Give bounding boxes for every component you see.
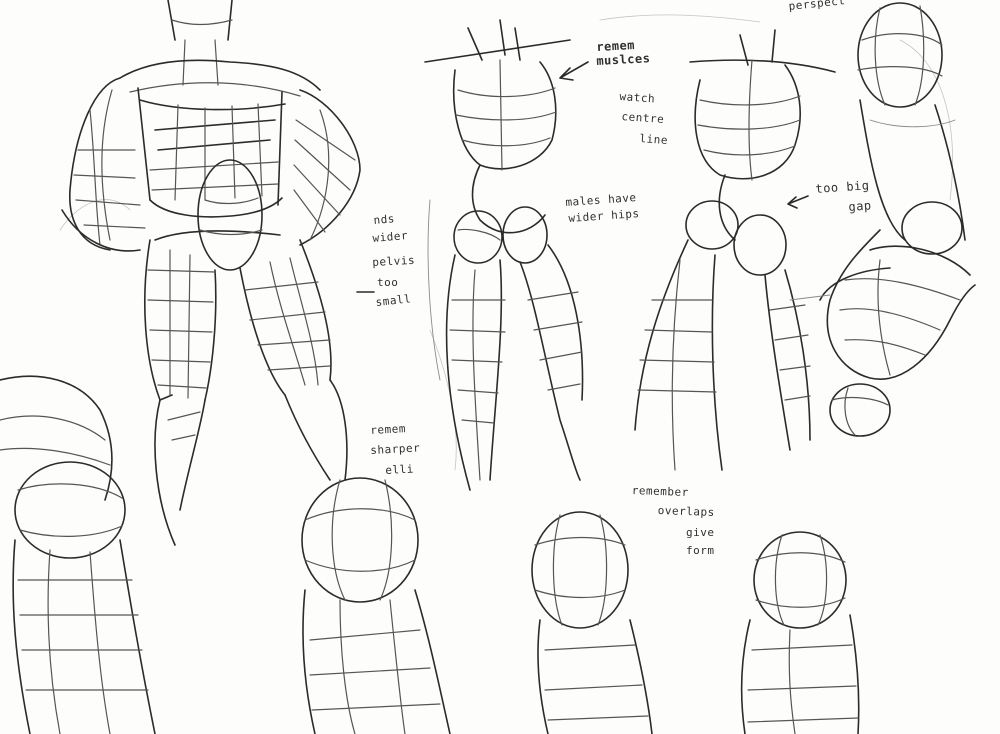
note-remember-sharper-ellipse: remem: [370, 422, 407, 437]
note-needs-wider-pelvis: nds: [373, 212, 396, 227]
note-too-big-gap: gap: [848, 198, 873, 214]
bottom-left-leg-study: [0, 375, 156, 734]
back-hips-variant-figure: [634, 29, 836, 471]
note-overlaps-give-form: overlaps: [657, 504, 715, 519]
note-needs-wider-pelvis: pelvis: [372, 253, 416, 269]
back-hips-figure: [424, 19, 584, 491]
note-watch-centre-line: centre: [621, 110, 665, 126]
annotation-arrows: [356, 61, 809, 293]
bottom-cylinder-study-2: [531, 511, 653, 734]
arrow-icon: [559, 61, 589, 81]
note-watch-centre-line: watch: [619, 90, 656, 106]
figure-sketch-drawing: [0, 0, 976, 734]
bent-leg-study: [789, 201, 976, 437]
note-remember-sharper-ellipse: elli: [385, 462, 415, 477]
note-overlaps-give-form: form: [686, 544, 715, 557]
top-right-leg-studies: [857, 2, 966, 241]
bottom-cylinder-study-3: [740, 531, 860, 734]
arrow-icon: [787, 195, 809, 209]
note-watch-centre-line: line: [639, 132, 669, 147]
note-needs-wider-pelvis: too: [377, 276, 399, 289]
note-remember-muscles: muslces: [596, 51, 651, 68]
note-overlaps-give-form: give: [686, 526, 715, 539]
bottom-cylinder-study-1: [301, 477, 451, 734]
note-overlaps-give-form: remember: [631, 484, 689, 499]
note-remember-sharper-ellipse: sharper: [370, 441, 421, 457]
sketchbook-page: perspect remem muslces watch centre line…: [0, 0, 1000, 734]
